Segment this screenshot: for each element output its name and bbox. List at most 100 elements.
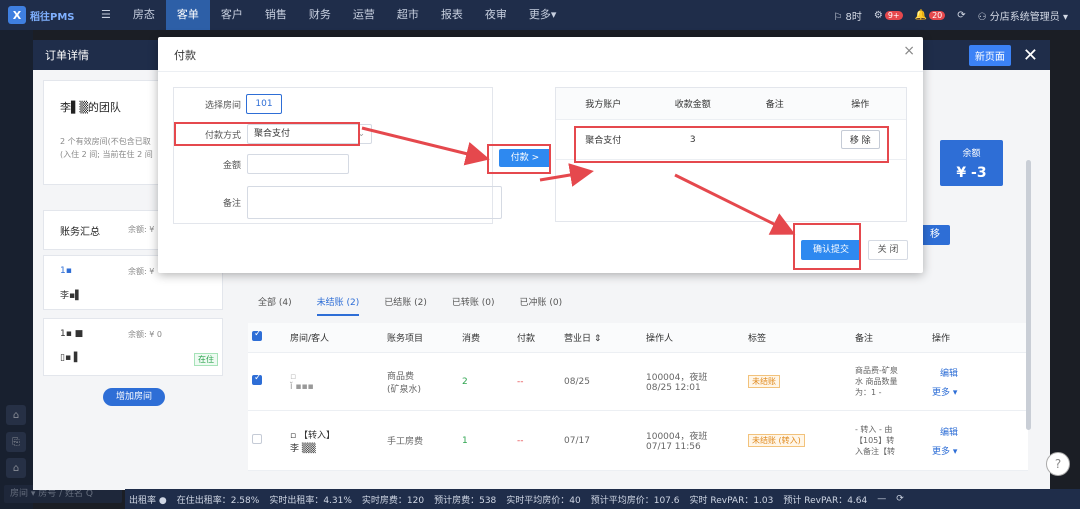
new-page-button[interactable]: 新页面: [968, 44, 1011, 66]
col-item: 账务项目: [387, 334, 424, 344]
col-amount: 收款金额: [674, 100, 711, 110]
tab-transferred[interactable]: 已转账 (0): [452, 295, 495, 316]
row-note: - 转入 - 由 【105】转 入备注【转: [855, 425, 895, 456]
edit-link[interactable]: 编辑: [940, 366, 994, 379]
tab-all[interactable]: 全部 (4): [258, 295, 292, 316]
row-pay: --: [517, 435, 524, 446]
nav-item-operations[interactable]: 运营: [342, 0, 386, 30]
room-label: 选择房间: [204, 101, 241, 111]
guest-name: 李▪▌: [60, 291, 83, 301]
nav-item-orders[interactable]: 客单: [165, 0, 210, 30]
row-date: 07/17: [564, 435, 590, 446]
col-action: 操作: [851, 100, 870, 110]
note-textarea[interactable]: [247, 186, 502, 219]
amount-input[interactable]: [247, 154, 349, 174]
status-expected-room-fee: 预计房费：538: [434, 495, 497, 506]
row-consume: 2: [462, 376, 468, 387]
room-card-2[interactable]: 1▪ ■ 余额: ¥ 0 ▯▪ ▌ 在住: [43, 318, 223, 376]
nav-item-more[interactable]: 更多▾: [518, 0, 568, 30]
group-desc: 2 个有效房间(不包含已取: [60, 137, 151, 146]
drawer-close-icon[interactable]: ✕: [1023, 45, 1038, 66]
nav-item-sales[interactable]: 销售: [254, 0, 298, 30]
col-note: 备注: [855, 334, 874, 344]
app-logo[interactable]: X 稻往PMS: [0, 6, 90, 24]
col-note: 备注: [765, 100, 784, 110]
flag-icon[interactable]: ⚐ 8时: [833, 8, 862, 23]
help-icon[interactable]: ?: [1046, 452, 1070, 476]
nav-item-room-status[interactable]: 房态: [122, 0, 166, 30]
status-live-rate: 实时出租率：4.31%: [269, 495, 352, 506]
note-label: 备注: [222, 199, 241, 209]
table-row[interactable]: ▫ 【转入】李 ▒▒ 手工房费 1 -- 07/17 100004，夜班 07/…: [248, 411, 1028, 471]
row-consume: 1: [462, 435, 468, 446]
group-desc-2: (入住 2 间; 当前在住 2 间: [60, 150, 153, 159]
col-room-guest: 房间/客人: [290, 334, 330, 344]
top-right-tools: ⚐ 8时 ⚙ 9+ 🔔 20 ⟳ ⚇ 分店系统管理员 ▾: [833, 0, 1068, 30]
row-item: 商品费 (矿泉水): [387, 371, 422, 395]
table-row[interactable]: ▫ǐ ▪▪▪ 商品费 (矿泉水) 2 -- 08/25 100004，夜班 08…: [248, 353, 1028, 411]
alert-icon[interactable]: ⚙ 9+: [874, 10, 903, 21]
row-tag: 未结账: [748, 375, 780, 388]
amount-label: 金额: [222, 161, 241, 171]
row-room: ▫ 【转入】: [290, 430, 335, 441]
row-checkbox[interactable]: [252, 434, 262, 444]
summary-title: 账务汇总: [60, 227, 100, 238]
logo-text: 稻往PMS: [30, 11, 75, 23]
row-operator: 100004，夜班 07/17 11:56: [646, 432, 708, 452]
nav-item-market[interactable]: 超市: [386, 0, 430, 30]
tab-settled[interactable]: 已结账 (2): [384, 295, 427, 316]
menu-icon[interactable]: ☰: [90, 0, 122, 30]
transfer-button[interactable]: 移: [920, 225, 950, 245]
row-guest: 李 ▒▒: [290, 443, 316, 454]
row-room: ▫: [290, 371, 297, 382]
add-room-button[interactable]: 增加房间: [103, 388, 165, 406]
col-actions: 操作: [932, 334, 951, 344]
top-nav-bar: X 稻往PMS ☰ 房态 客单 客户 销售 财务 运营 超市 报表 夜审 更多▾…: [0, 0, 1080, 30]
guest-name: ▯▪ ▌: [60, 353, 81, 363]
row-checkbox[interactable]: [252, 373, 262, 385]
status-expected-revpar: 预计 RevPAR：4.64: [783, 495, 868, 506]
nav-item-night-audit[interactable]: 夜审: [474, 0, 518, 30]
select-all-checkbox[interactable]: [252, 329, 262, 341]
row-note: 商品费-矿泉 水 商品数量 为：1 -: [855, 366, 898, 397]
refresh-icon[interactable]: ⟳: [957, 10, 965, 21]
room-balance: 余额: ¥: [128, 267, 155, 276]
more-dropdown[interactable]: 更多 ▾: [932, 385, 994, 398]
nav-item-finance[interactable]: 财务: [298, 0, 342, 30]
status-divider: —: [877, 494, 887, 504]
status-live-avg-price: 实时平均房价：40: [506, 495, 581, 506]
col-pay: 付款: [517, 334, 536, 344]
room-number: 1▪: [60, 266, 72, 276]
highlight-account-row: [574, 126, 889, 163]
modal-close-icon[interactable]: ×: [903, 43, 915, 59]
highlight-method: [174, 122, 360, 146]
col-account: 我方账户: [585, 100, 622, 110]
col-consume: 消费: [462, 334, 481, 344]
row-operator: 100004，夜班 08/25 12:01: [646, 373, 708, 393]
nav-item-reports[interactable]: 报表: [430, 0, 474, 30]
balance-label: 余额: [962, 149, 981, 159]
bell-icon[interactable]: 🔔 20: [915, 10, 946, 21]
highlight-submit: [793, 223, 861, 270]
nav-item-customers[interactable]: 客户: [210, 0, 254, 30]
balance-value: ¥ -3: [956, 165, 987, 181]
row-date: 08/25: [564, 376, 590, 387]
status-bar: 出租率 ● 在住出租率：2.58% 实时出租率：4.31% 实时房费：120 预…: [125, 489, 1080, 509]
bill-tabs: 全部 (4) 未结账 (2) 已结账 (2) 已转账 (0) 已冲账 (0): [258, 295, 562, 316]
user-menu[interactable]: ⚇ 分店系统管理员 ▾: [978, 8, 1068, 23]
alert-badge: 9+: [884, 10, 903, 20]
summary-balance: 余额: ¥: [128, 225, 155, 234]
row-tag: 未结账 (转入): [748, 434, 805, 447]
status-in-house-rate: 在住出租率：2.58%: [176, 495, 260, 506]
status-refresh-icon[interactable]: ⟳: [896, 494, 904, 504]
tab-unsettled[interactable]: 未结账 (2): [316, 295, 360, 316]
edit-link[interactable]: 编辑: [940, 425, 994, 438]
close-button[interactable]: 关 闭: [868, 240, 908, 260]
status-badge: 在住: [194, 353, 218, 366]
payment-form: 选择房间 101 付款方式 聚合支付 ⌄ 金额 备注: [173, 87, 502, 224]
room-chip[interactable]: 101: [246, 94, 282, 114]
vertical-scrollbar[interactable]: [1026, 160, 1031, 430]
col-business-date[interactable]: 营业日 ⇕: [560, 331, 642, 344]
tab-reversed[interactable]: 已冲账 (0): [520, 295, 563, 316]
more-dropdown[interactable]: 更多 ▾: [932, 444, 994, 457]
